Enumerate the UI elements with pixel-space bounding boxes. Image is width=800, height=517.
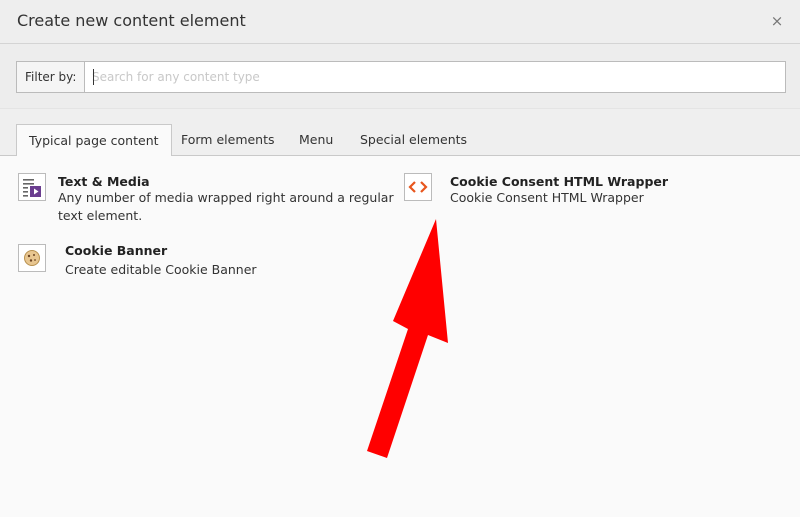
red-arrow-icon <box>367 219 448 458</box>
content-element-text-media[interactable]: Text & Media Any number of media wrapped… <box>18 173 398 233</box>
html-code-icon <box>404 173 432 201</box>
element-title: Cookie Consent HTML Wrapper <box>450 174 669 189</box>
element-description: Any number of media wrapped right around… <box>58 190 394 223</box>
close-button[interactable]: × <box>770 12 784 30</box>
content-element-cookie-consent-html-wrapper[interactable]: Cookie Consent HTML Wrapper Cookie Conse… <box>404 173 784 213</box>
filter-group: Filter by: <box>16 61 786 93</box>
element-title: Cookie Banner <box>65 243 168 258</box>
content-panel: Text & Media Any number of media wrapped… <box>0 156 800 517</box>
tab-menu[interactable]: Menu <box>299 124 333 156</box>
text-caret <box>93 69 94 85</box>
tab-form-elements[interactable]: Form elements <box>181 124 275 156</box>
modal-header: Create new content element × <box>0 0 800 44</box>
content-element-cookie-banner[interactable]: Cookie Banner Create editable Cookie Ban… <box>18 243 398 284</box>
tab-bar: Typical page content Form elements Menu … <box>0 109 800 157</box>
filter-label: Filter by: <box>17 62 85 92</box>
element-title: Text & Media <box>58 174 150 189</box>
element-description: Cookie Consent HTML Wrapper <box>450 190 644 205</box>
tab-special-elements[interactable]: Special elements <box>360 124 467 156</box>
element-description: Create editable Cookie Banner <box>65 262 257 277</box>
cookie-icon <box>18 244 46 272</box>
filter-bar: Filter by: <box>0 44 800 109</box>
modal-title: Create new content element <box>17 11 246 30</box>
text-media-icon <box>18 173 46 201</box>
tab-typical-page-content[interactable]: Typical page content <box>16 124 172 157</box>
search-input[interactable] <box>85 62 785 92</box>
